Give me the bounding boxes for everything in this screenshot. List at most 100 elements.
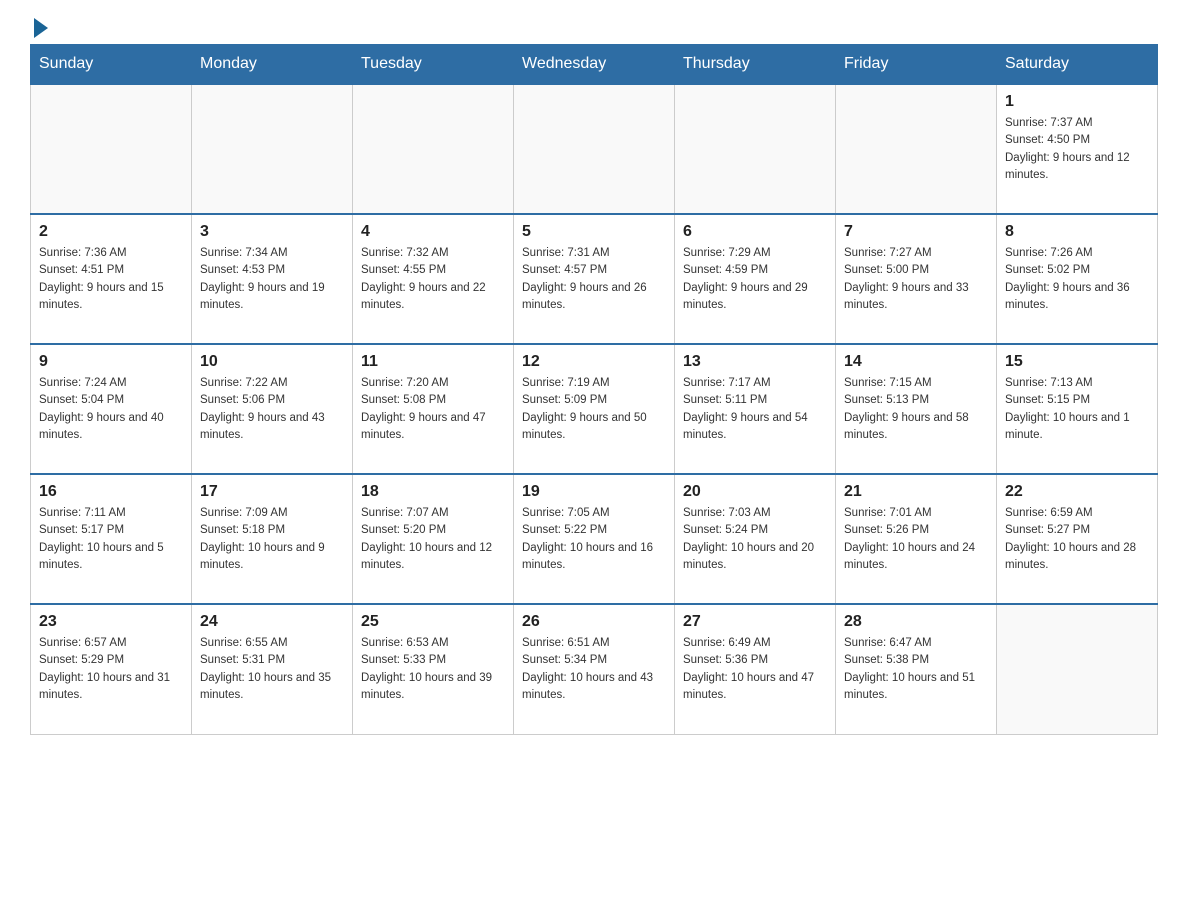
day-number: 13: [683, 353, 827, 371]
week-row-3: 9Sunrise: 7:24 AM Sunset: 5:04 PM Daylig…: [31, 344, 1158, 474]
week-row-4: 16Sunrise: 7:11 AM Sunset: 5:17 PM Dayli…: [31, 474, 1158, 604]
day-number: 2: [39, 223, 183, 241]
page-header: [30, 20, 1158, 34]
calendar-cell: 9Sunrise: 7:24 AM Sunset: 5:04 PM Daylig…: [31, 344, 192, 474]
calendar-cell: 5 Sunrise: 7:31 AM Sunset: 4:57 PM Daylig…: [514, 214, 675, 344]
calendar-cell: [836, 84, 997, 214]
day-number: 12: [522, 353, 666, 371]
calendar-cell: 14 Sunrise: 7:15 AM Sunset: 5:13 PM Dayli…: [836, 344, 997, 474]
day-info: Sunrise: 6:53 AM Sunset: 5:33 PM Dayligh…: [361, 635, 505, 704]
day-number: 8: [1005, 223, 1149, 241]
calendar-cell: 13Sunrise: 7:17 AM Sunset: 5:11 PM Dayli…: [675, 344, 836, 474]
day-info: Sunrise: 7:24 AM Sunset: 5:04 PM Dayligh…: [39, 375, 183, 444]
day-number: 24: [200, 613, 344, 631]
calendar-cell: 12 Sunrise: 7:19 AM Sunset: 5:09 PM Dayli…: [514, 344, 675, 474]
logo-arrow-icon: [34, 18, 48, 38]
day-header-monday: Monday: [192, 45, 353, 85]
calendar-cell: 23 Sunrise: 6:57 AM Sunset: 5:29 PM Dayli…: [31, 604, 192, 734]
day-number: 4: [361, 223, 505, 241]
day-info: Sunrise: 7:11 AM Sunset: 5:17 PM Dayligh…: [39, 505, 183, 574]
day-info: Sunrise: 6:55 AM Sunset: 5:31 PM Dayligh…: [200, 635, 344, 704]
day-number: 14: [844, 353, 988, 371]
calendar-cell: 17 Sunrise: 7:09 AM Sunset: 5:18 PM Dayli…: [192, 474, 353, 604]
day-info: Sunrise: 6:59 AM Sunset: 5:27 PM Dayligh…: [1005, 505, 1149, 574]
day-info: Sunrise: 6:57 AM Sunset: 5:29 PM Dayligh…: [39, 635, 183, 704]
day-number: 7: [844, 223, 988, 241]
day-info: Sunrise: 6:47 AM Sunset: 5:38 PM Dayligh…: [844, 635, 988, 704]
calendar-cell: 15 Sunrise: 7:13 AM Sunset: 5:15 PM Dayli…: [997, 344, 1158, 474]
day-info: Sunrise: 6:51 AM Sunset: 5:34 PM Dayligh…: [522, 635, 666, 704]
calendar-cell: [675, 84, 836, 214]
day-info: Sunrise: 7:15 AM Sunset: 5:13 PM Dayligh…: [844, 375, 988, 444]
day-number: 3: [200, 223, 344, 241]
calendar-header-row: SundayMondayTuesdayWednesdayThursdayFrid…: [31, 45, 1158, 85]
day-number: 6: [683, 223, 827, 241]
calendar-table: SundayMondayTuesdayWednesdayThursdayFrid…: [30, 44, 1158, 735]
logo: [30, 20, 48, 34]
calendar-cell: 11 Sunrise: 7:20 AM Sunset: 5:08 PM Dayli…: [353, 344, 514, 474]
week-row-5: 23 Sunrise: 6:57 AM Sunset: 5:29 PM Dayli…: [31, 604, 1158, 734]
calendar-cell: 20 Sunrise: 7:03 AM Sunset: 5:24 PM Dayli…: [675, 474, 836, 604]
week-row-1: 1Sunrise: 7:37 AM Sunset: 4:50 PM Daylig…: [31, 84, 1158, 214]
day-info: Sunrise: 7:29 AM Sunset: 4:59 PM Dayligh…: [683, 245, 827, 314]
day-info: Sunrise: 7:19 AM Sunset: 5:09 PM Dayligh…: [522, 375, 666, 444]
day-number: 5: [522, 223, 666, 241]
calendar-cell: 18 Sunrise: 7:07 AM Sunset: 5:20 PM Dayli…: [353, 474, 514, 604]
calendar-cell: [192, 84, 353, 214]
calendar-cell: 6 Sunrise: 7:29 AM Sunset: 4:59 PM Daylig…: [675, 214, 836, 344]
day-header-saturday: Saturday: [997, 45, 1158, 85]
day-info: Sunrise: 7:07 AM Sunset: 5:20 PM Dayligh…: [361, 505, 505, 574]
calendar-cell: 26 Sunrise: 6:51 AM Sunset: 5:34 PM Dayli…: [514, 604, 675, 734]
day-info: Sunrise: 7:32 AM Sunset: 4:55 PM Dayligh…: [361, 245, 505, 314]
calendar-cell: 7Sunrise: 7:27 AM Sunset: 5:00 PM Daylig…: [836, 214, 997, 344]
day-number: 23: [39, 613, 183, 631]
day-header-thursday: Thursday: [675, 45, 836, 85]
day-number: 1: [1005, 93, 1149, 111]
day-number: 17: [200, 483, 344, 501]
calendar-cell: [997, 604, 1158, 734]
day-info: Sunrise: 7:22 AM Sunset: 5:06 PM Dayligh…: [200, 375, 344, 444]
calendar-cell: 10 Sunrise: 7:22 AM Sunset: 5:06 PM Dayli…: [192, 344, 353, 474]
day-header-wednesday: Wednesday: [514, 45, 675, 85]
calendar-cell: 19 Sunrise: 7:05 AM Sunset: 5:22 PM Dayli…: [514, 474, 675, 604]
day-number: 25: [361, 613, 505, 631]
day-number: 20: [683, 483, 827, 501]
day-header-tuesday: Tuesday: [353, 45, 514, 85]
calendar-cell: 25 Sunrise: 6:53 AM Sunset: 5:33 PM Dayli…: [353, 604, 514, 734]
day-info: Sunrise: 7:01 AM Sunset: 5:26 PM Dayligh…: [844, 505, 988, 574]
calendar-cell: [514, 84, 675, 214]
calendar-cell: 21 Sunrise: 7:01 AM Sunset: 5:26 PM Dayli…: [836, 474, 997, 604]
calendar-cell: 22 Sunrise: 6:59 AM Sunset: 5:27 PM Dayli…: [997, 474, 1158, 604]
day-header-friday: Friday: [836, 45, 997, 85]
day-number: 27: [683, 613, 827, 631]
logo-top: [30, 20, 48, 38]
day-number: 10: [200, 353, 344, 371]
day-number: 18: [361, 483, 505, 501]
day-info: Sunrise: 7:09 AM Sunset: 5:18 PM Dayligh…: [200, 505, 344, 574]
day-number: 15: [1005, 353, 1149, 371]
day-info: Sunrise: 7:26 AM Sunset: 5:02 PM Dayligh…: [1005, 245, 1149, 314]
day-number: 28: [844, 613, 988, 631]
calendar-cell: 16Sunrise: 7:11 AM Sunset: 5:17 PM Dayli…: [31, 474, 192, 604]
calendar-cell: 3 Sunrise: 7:34 AM Sunset: 4:53 PM Daylig…: [192, 214, 353, 344]
day-info: Sunrise: 7:13 AM Sunset: 5:15 PM Dayligh…: [1005, 375, 1149, 444]
day-info: Sunrise: 7:31 AM Sunset: 4:57 PM Dayligh…: [522, 245, 666, 314]
day-info: Sunrise: 6:49 AM Sunset: 5:36 PM Dayligh…: [683, 635, 827, 704]
day-header-sunday: Sunday: [31, 45, 192, 85]
week-row-2: 2Sunrise: 7:36 AM Sunset: 4:51 PM Daylig…: [31, 214, 1158, 344]
calendar-cell: 1Sunrise: 7:37 AM Sunset: 4:50 PM Daylig…: [997, 84, 1158, 214]
day-info: Sunrise: 7:20 AM Sunset: 5:08 PM Dayligh…: [361, 375, 505, 444]
day-info: Sunrise: 7:34 AM Sunset: 4:53 PM Dayligh…: [200, 245, 344, 314]
calendar-cell: 28 Sunrise: 6:47 AM Sunset: 5:38 PM Dayli…: [836, 604, 997, 734]
calendar-cell: 24 Sunrise: 6:55 AM Sunset: 5:31 PM Dayli…: [192, 604, 353, 734]
calendar-cell: [353, 84, 514, 214]
day-number: 21: [844, 483, 988, 501]
day-info: Sunrise: 7:05 AM Sunset: 5:22 PM Dayligh…: [522, 505, 666, 574]
day-number: 22: [1005, 483, 1149, 501]
day-number: 19: [522, 483, 666, 501]
day-number: 11: [361, 353, 505, 371]
day-info: Sunrise: 7:03 AM Sunset: 5:24 PM Dayligh…: [683, 505, 827, 574]
day-number: 26: [522, 613, 666, 631]
calendar-cell: 2Sunrise: 7:36 AM Sunset: 4:51 PM Daylig…: [31, 214, 192, 344]
calendar-cell: 27 Sunrise: 6:49 AM Sunset: 5:36 PM Dayli…: [675, 604, 836, 734]
